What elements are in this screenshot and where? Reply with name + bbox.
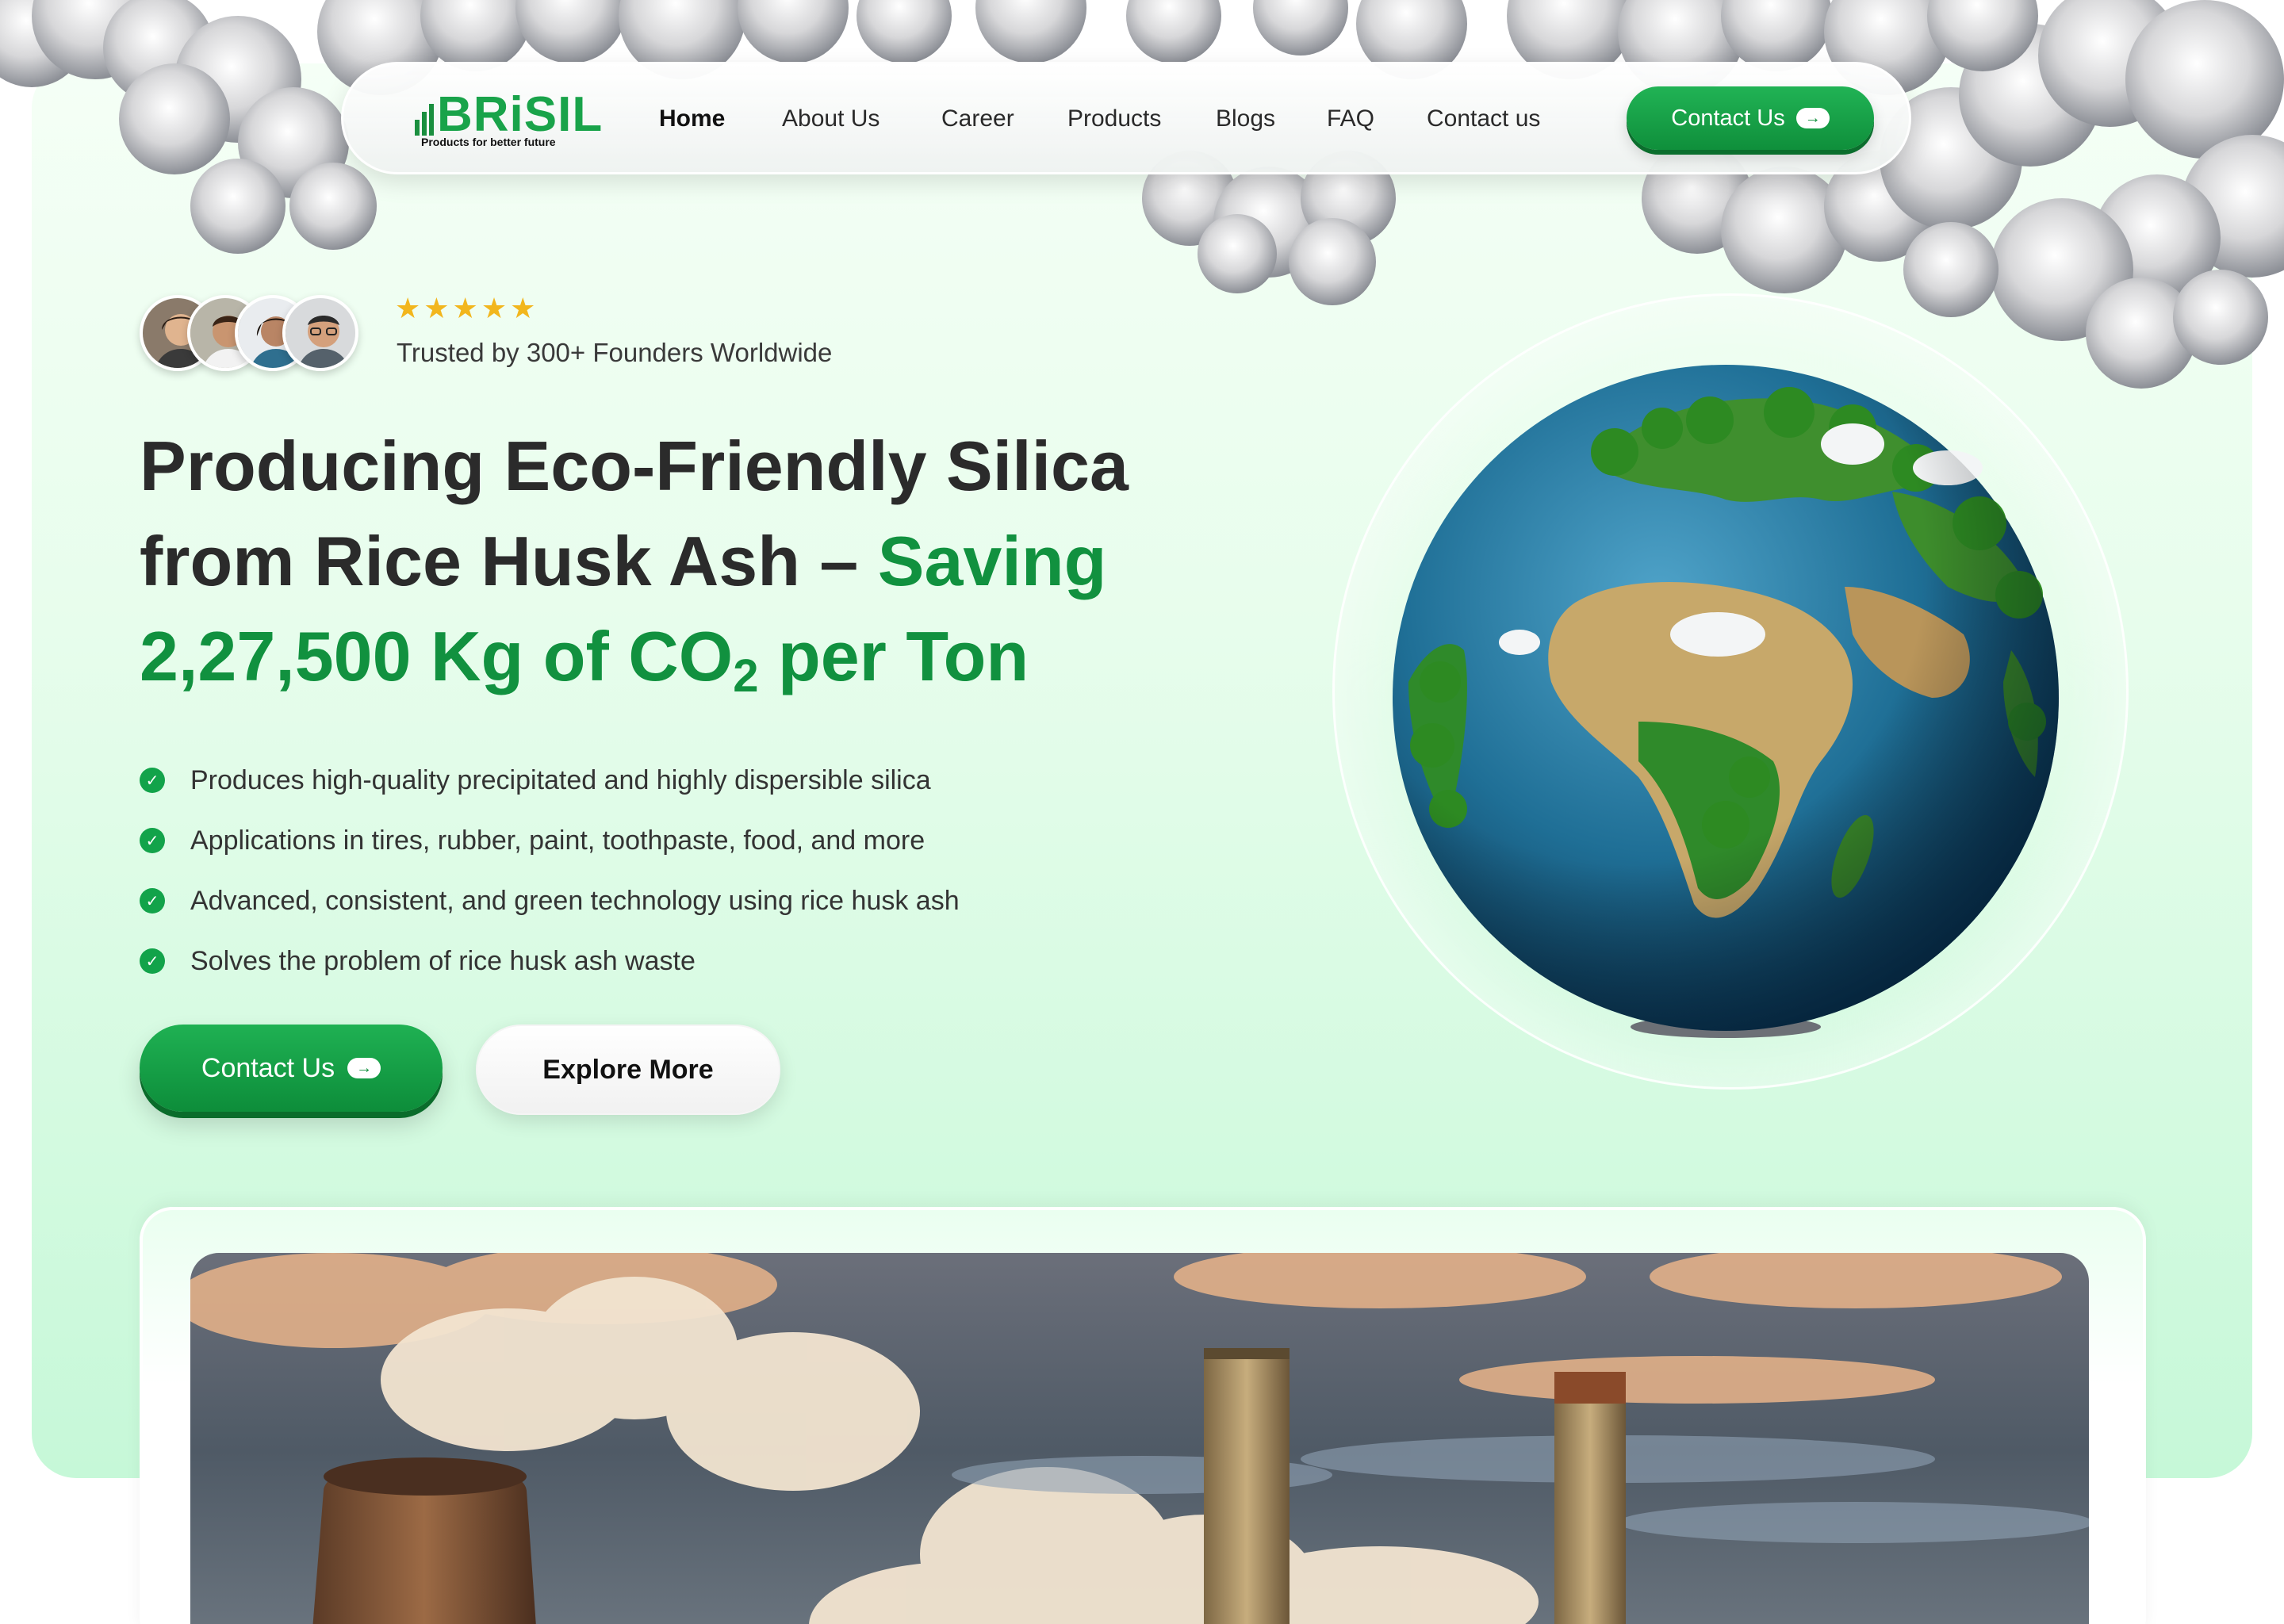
arrow-right-icon: → xyxy=(347,1058,381,1078)
hero-headline: Producing Eco-Friendly Silica from Rice … xyxy=(140,419,1250,724)
nav-faq[interactable]: FAQ xyxy=(1327,105,1374,132)
list-item: ✓ Solves the problem of rice husk ash wa… xyxy=(140,931,1171,991)
list-item: ✓ Advanced, consistent, and green techno… xyxy=(140,871,1171,931)
headline-highlight-per-ton: per Ton xyxy=(777,617,1029,695)
headline-line-1: Producing Eco-Friendly Silica xyxy=(140,427,1129,505)
feature-text: Produces high-quality precipitated and h… xyxy=(190,764,931,795)
check-circle-icon: ✓ xyxy=(140,888,165,914)
check-circle-icon: ✓ xyxy=(140,768,165,793)
nav-contact-label: Contact Us xyxy=(1671,105,1785,131)
trust-text: Trusted by 300+ Founders Worldwide xyxy=(397,338,833,367)
headline-highlight-amount: 2,27,500 Kg of CO xyxy=(140,617,734,695)
headline-highlight-saving: Saving xyxy=(877,522,1107,600)
contact-us-button[interactable]: Contact Us → xyxy=(140,1025,443,1112)
factory-smokestacks-image xyxy=(190,1253,2089,1624)
founder-avatars xyxy=(140,295,362,371)
nav-contact-us[interactable]: Contact us xyxy=(1427,105,1540,132)
nav-blogs[interactable]: Blogs xyxy=(1216,105,1275,132)
nav-home[interactable]: Home xyxy=(659,105,725,132)
headline-line-2: from Rice Husk Ash – xyxy=(140,522,859,600)
nav-contact-button[interactable]: Contact Us → xyxy=(1627,86,1874,150)
feature-text: Solves the problem of rice husk ash wast… xyxy=(190,945,696,976)
feature-text: Applications in tires, rubber, paint, to… xyxy=(190,825,925,856)
earth-globe-image xyxy=(1393,365,2059,1038)
arrow-right-icon: → xyxy=(1795,108,1830,128)
top-navbar: BRiSIL Products for better future Home A… xyxy=(341,62,1911,174)
list-item: ✓ Applications in tires, rubber, paint, … xyxy=(140,810,1171,871)
rating-stars: ★★★★★ xyxy=(395,292,539,324)
contact-us-label: Contact Us xyxy=(201,1052,335,1083)
nav-products[interactable]: Products xyxy=(1067,105,1161,132)
headline-subscript: 2 xyxy=(733,650,759,702)
nav-about-us[interactable]: About Us xyxy=(782,105,879,132)
list-item: ✓ Produces high-quality precipitated and… xyxy=(140,750,1171,810)
feature-text: Advanced, consistent, and green technolo… xyxy=(190,885,960,916)
feature-list: ✓ Produces high-quality precipitated and… xyxy=(140,750,1171,991)
explore-more-button[interactable]: Explore More xyxy=(476,1025,780,1115)
check-circle-icon: ✓ xyxy=(140,948,165,974)
nav-career[interactable]: Career xyxy=(941,105,1014,132)
explore-more-label: Explore More xyxy=(542,1054,714,1085)
check-circle-icon: ✓ xyxy=(140,828,165,853)
avatar xyxy=(282,295,358,371)
